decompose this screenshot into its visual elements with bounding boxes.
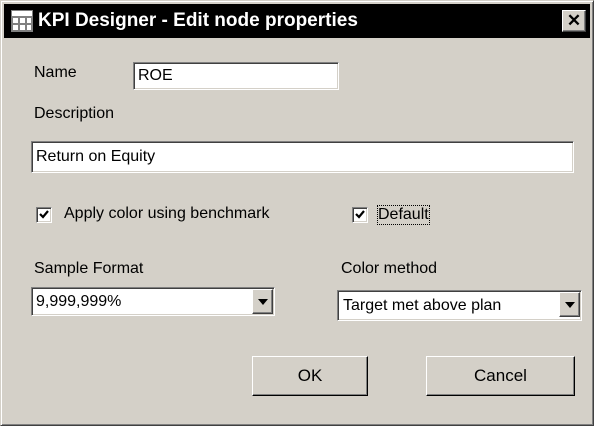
sample-format-dropdown-button[interactable] bbox=[252, 289, 273, 314]
color-method-value: Target met above plan bbox=[343, 297, 502, 314]
dialog-window: KPI Designer - Edit node properties ✕ Na… bbox=[0, 0, 594, 426]
apply-color-checkbox[interactable] bbox=[36, 207, 52, 223]
chevron-down-icon bbox=[258, 299, 268, 305]
name-input[interactable]: ROE bbox=[133, 62, 339, 90]
description-input[interactable]: Return on Equity bbox=[31, 141, 574, 173]
description-label: Description bbox=[34, 105, 115, 122]
checkmark-icon bbox=[355, 210, 365, 219]
sample-format-value: 9,999,999% bbox=[36, 293, 122, 310]
name-input-value: ROE bbox=[138, 67, 173, 84]
description-input-value: Return on Equity bbox=[36, 148, 156, 165]
name-label: Name bbox=[34, 64, 77, 81]
sample-format-select[interactable]: 9,999,999% bbox=[31, 287, 275, 316]
kpi-designer-app-icon bbox=[11, 10, 33, 32]
color-method-select[interactable]: Target met above plan bbox=[337, 290, 582, 321]
apply-color-label[interactable]: Apply color using benchmark bbox=[64, 205, 269, 223]
checkmark-icon bbox=[39, 210, 49, 219]
color-method-label: Color method bbox=[341, 260, 438, 277]
cancel-button[interactable]: Cancel bbox=[426, 356, 575, 396]
ok-button[interactable]: OK bbox=[252, 356, 368, 396]
color-method-dropdown-button[interactable] bbox=[559, 292, 580, 317]
chevron-down-icon bbox=[565, 302, 575, 308]
window-title: KPI Designer - Edit node properties bbox=[38, 10, 358, 31]
close-button[interactable]: ✕ bbox=[562, 10, 586, 32]
close-icon: ✕ bbox=[566, 11, 582, 30]
default-label[interactable]: Default bbox=[377, 205, 430, 225]
default-checkbox[interactable] bbox=[352, 207, 368, 223]
sample-format-label: Sample Format bbox=[34, 260, 144, 277]
title-bar[interactable]: KPI Designer - Edit node properties ✕ bbox=[4, 4, 590, 38]
